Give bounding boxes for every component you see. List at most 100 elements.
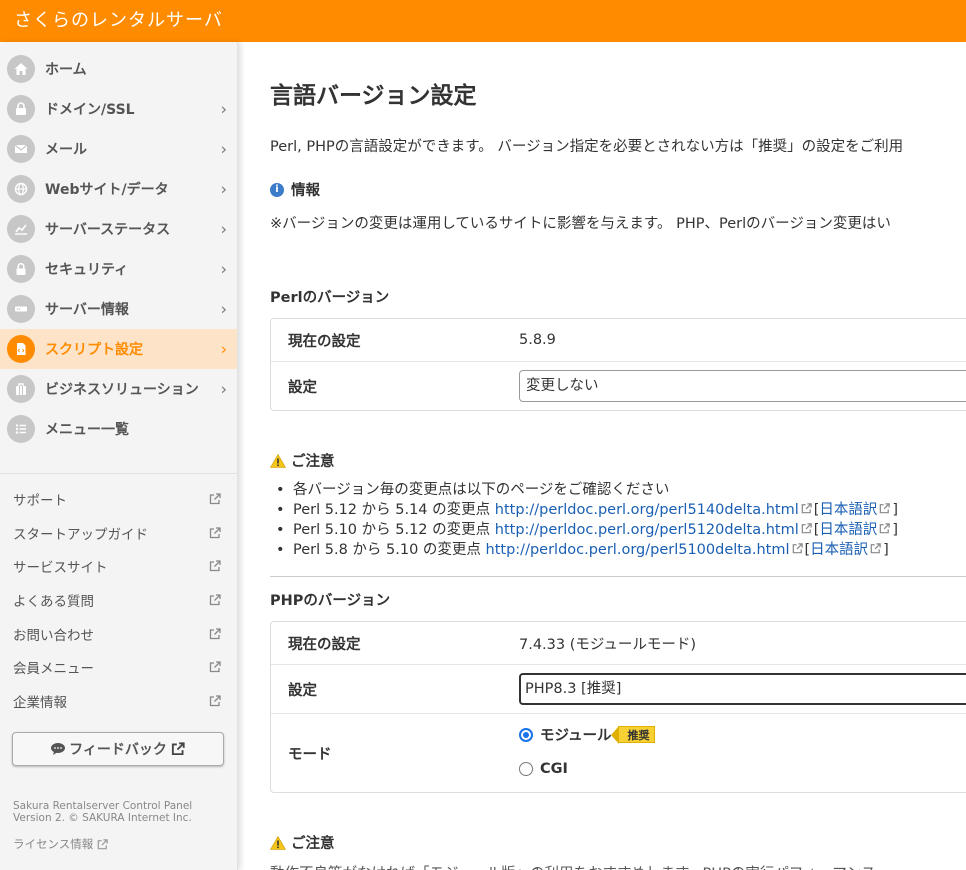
sidebar-item-website-data[interactable]: Webサイト/データ › [0, 169, 237, 209]
perl-current-row: 現在の設定 5.8.9 [271, 319, 966, 362]
chevron-right-icon: › [220, 179, 227, 199]
radio-button-checked[interactable] [519, 727, 533, 742]
row-label: 設定 [288, 379, 317, 396]
chevron-right-icon: › [220, 299, 227, 319]
chevron-right-icon: › [220, 259, 227, 279]
php-mode-row: モード モジュール 推奨 CGI [271, 714, 966, 792]
link-label: サポート [13, 492, 67, 509]
mode-module-option[interactable]: モジュール 推奨 [519, 724, 655, 745]
external-link-icon [171, 742, 185, 756]
row-label: 現在の設定 [288, 636, 361, 653]
lock-icon [7, 95, 35, 123]
list-icon [7, 415, 35, 443]
chevron-right-icon: › [220, 99, 227, 119]
info-text: ※バージョンの変更は運用しているサイトに影響を与えます。 PHP、Perlのバー… [270, 216, 891, 232]
sidebar-item-business-solution[interactable]: ビジネスソリューション › [0, 369, 237, 409]
note-text: 各バージョン毎の変更点は以下のページをご確認ください [293, 482, 670, 498]
php-current-value: 7.4.33 (モジュールモード) [519, 636, 697, 653]
list-item: Perl 5.8 から 5.10 の変更点 http://perldoc.per… [270, 540, 898, 560]
japanese-translation-link[interactable]: 日本語訳 [819, 502, 877, 518]
sidebar-item-server-status[interactable]: サーバーステータス › [0, 209, 237, 249]
sidebar-item-label: メニュー一覧 [45, 422, 129, 438]
external-link-icon [209, 627, 221, 639]
note-text: Perl 5.10 から 5.12 の変更点 [293, 522, 495, 538]
perl-settings-table: 現在の設定 5.8.9 設定 変更しない [270, 318, 966, 411]
info-heading-label: 情報 [291, 183, 320, 199]
info-icon: i [270, 182, 284, 197]
footer-line: Sakura Rentalserver Control Panel [13, 800, 193, 812]
perldoc-link[interactable]: http://perldoc.perl.org/perl5140delta.ht… [495, 502, 799, 518]
briefcase-icon [7, 375, 35, 403]
warning-icon [270, 453, 286, 468]
mode-module-label: モジュール [540, 728, 612, 744]
japanese-translation-link[interactable]: 日本語訳 [819, 522, 877, 538]
sidebar-item-server-info[interactable]: サーバー情報 › [0, 289, 237, 329]
php-notice-heading: ご注意 [270, 832, 335, 853]
php-setting-row: 設定 PHP8.3 [推奨] [271, 665, 966, 714]
external-link-icon [209, 493, 221, 504]
link-member-menu[interactable]: 会員メニュー [0, 650, 238, 684]
link-support[interactable]: サポート [0, 482, 238, 516]
sidebar-item-label: スクリプト設定 [45, 342, 143, 358]
sidebar-divider [0, 473, 237, 474]
sidebar: ホーム ドメイン/SSL › メール › Webサイト/データ › サーバーステ… [0, 42, 238, 870]
section-divider [270, 576, 966, 577]
script-file-icon [7, 335, 35, 363]
external-link-icon [880, 503, 891, 514]
php-version-select[interactable]: PHP8.3 [推奨] [519, 673, 966, 705]
link-faq[interactable]: よくある質問 [0, 583, 238, 617]
sidebar-item-domain-ssl[interactable]: ドメイン/SSL › [0, 89, 237, 129]
license-label: ライセンス情報 [13, 837, 94, 851]
feedback-label: フィードバック [69, 742, 167, 758]
sidebar-item-label: ホーム [45, 62, 87, 78]
chat-bubble-icon [51, 743, 66, 755]
radio-button[interactable] [519, 762, 533, 776]
external-link-icon [97, 838, 109, 849]
external-link-icon [801, 503, 812, 514]
app-title: さくらのレンタルサーバ [14, 10, 223, 31]
sidebar-item-menu-list[interactable]: メニュー一覧 [0, 409, 237, 449]
perldoc-link[interactable]: http://perldoc.perl.org/perl5120delta.ht… [495, 522, 799, 538]
feedback-button[interactable]: フィードバック [12, 732, 224, 766]
sidebar-item-label: サーバーステータス [45, 222, 171, 238]
perl-notice-heading: ご注意 [270, 450, 335, 471]
list-item: 各バージョン毎の変更点は以下のページをご確認ください [270, 480, 898, 500]
mode-cgi-option[interactable]: CGI [519, 761, 568, 777]
sidebar-item-mail[interactable]: メール › [0, 129, 237, 169]
chevron-right-icon: › [220, 379, 227, 399]
sidebar-item-security[interactable]: セキュリティ › [0, 249, 237, 289]
notice-heading-label: ご注意 [291, 454, 335, 470]
perl-current-value: 5.8.9 [519, 332, 556, 348]
external-link-icon [209, 594, 221, 606]
external-link-icon [880, 523, 891, 534]
japanese-translation-link[interactable]: 日本語訳 [810, 542, 868, 558]
mail-icon [7, 135, 35, 163]
sidebar-item-label: ビジネスソリューション [45, 382, 199, 398]
link-label: よくある質問 [13, 593, 94, 610]
link-label: 企業情報 [13, 694, 67, 711]
sidebar-item-script-settings[interactable]: スクリプト設定 › [0, 329, 237, 369]
link-service-site[interactable]: サービスサイト [0, 549, 238, 583]
sidebar-item-label: Webサイト/データ [45, 182, 169, 198]
link-startup-guide[interactable]: スタートアップガイド [0, 516, 238, 550]
sidebar-item-label: ドメイン/SSL [45, 102, 135, 118]
perldoc-link[interactable]: http://perldoc.perl.org/perl5100delta.ht… [486, 542, 790, 558]
external-link-icon [792, 543, 803, 554]
sidebar-item-label: メール [45, 142, 87, 158]
php-section-label: PHPのバージョン [270, 593, 391, 609]
php-settings-table: 現在の設定 7.4.33 (モジュールモード) 設定 PHP8.3 [推奨] モ… [270, 621, 966, 793]
link-label: 会員メニュー [13, 661, 94, 678]
home-icon [7, 55, 35, 83]
sidebar-item-home[interactable]: ホーム [0, 49, 237, 89]
perl-notes-list: 各バージョン毎の変更点は以下のページをご確認ください Perl 5.12 から … [270, 480, 898, 560]
link-label: お問い合わせ [13, 627, 94, 644]
sidebar-nav: ホーム ドメイン/SSL › メール › Webサイト/データ › サーバーステ… [0, 42, 237, 449]
perl-version-select[interactable]: 変更しない [519, 370, 966, 402]
link-company-info[interactable]: 企業情報 [0, 684, 238, 718]
row-label: 現在の設定 [288, 333, 361, 350]
link-contact[interactable]: お問い合わせ [0, 617, 238, 651]
license-link[interactable]: ライセンス情報 [13, 836, 109, 852]
app-header: さくらのレンタルサーバ [0, 0, 966, 42]
note-text: Perl 5.12 から 5.14 の変更点 [293, 502, 495, 518]
php-notice-text: 動作不良等がなければ「モジュール版」の利用をおすすめします。PHPの実行パフォー… [270, 862, 876, 870]
